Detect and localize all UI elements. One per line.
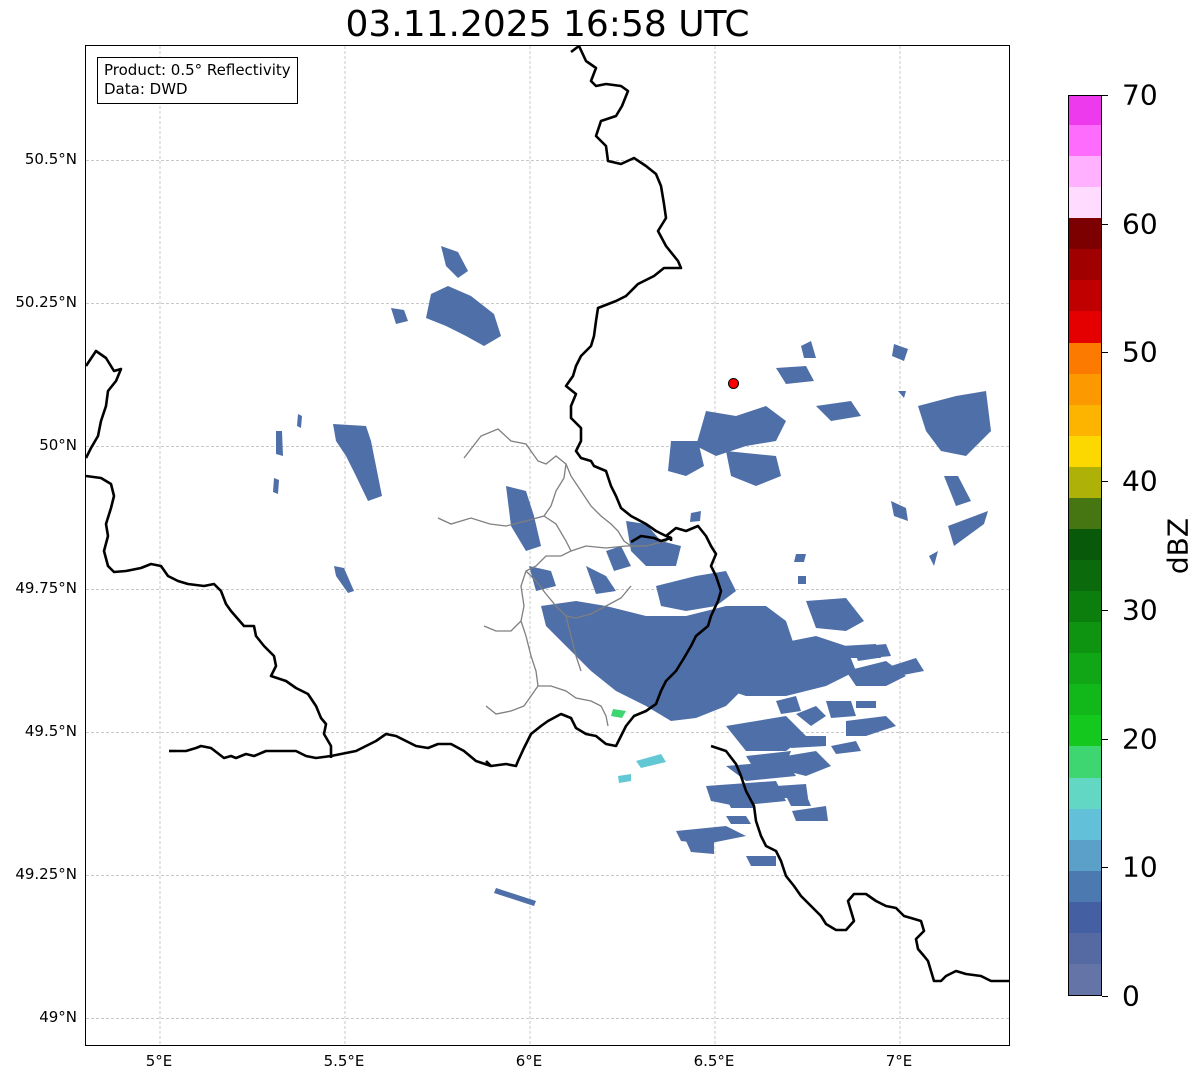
graticule <box>86 46 1009 1045</box>
colorbar-segment <box>1069 435 1101 467</box>
colorbar-segment <box>1069 870 1101 902</box>
colorbar-segment <box>1069 808 1101 840</box>
colorbar-tick <box>1102 95 1108 96</box>
colorbar-tick <box>1102 609 1108 611</box>
legend-data-source: Data: DWD <box>104 80 188 98</box>
colorbar-tick <box>1102 867 1108 869</box>
lat-label: 49.75°N <box>15 579 77 598</box>
colorbar-tick-label: 70 <box>1122 78 1158 112</box>
colorbar-tick <box>1102 352 1108 354</box>
colorbar-segment <box>1069 901 1101 933</box>
colorbar-segment <box>1069 745 1101 778</box>
lat-label: 49.5°N <box>24 722 77 741</box>
colorbar-tick-label: 10 <box>1122 850 1158 884</box>
colorbar <box>1068 95 1102 996</box>
colorbar-segment <box>1069 559 1101 592</box>
lon-label: 6.5°E <box>693 1052 735 1070</box>
country-borders <box>86 46 1009 983</box>
colorbar-segment <box>1069 963 1101 995</box>
colorbar-tick <box>1102 738 1108 740</box>
colorbar-segment <box>1069 310 1101 343</box>
colorbar-segment <box>1069 186 1101 219</box>
colorbar-segment <box>1069 621 1101 654</box>
colorbar-tick-label: 50 <box>1122 335 1158 369</box>
colorbar-tick <box>1102 223 1108 225</box>
map-title: 03.11.2025 16:58 UTC <box>345 4 750 45</box>
colorbar-segment <box>1069 404 1101 436</box>
colorbar-segment <box>1069 652 1101 685</box>
colorbar-tick <box>1102 996 1108 997</box>
radar-site-marker <box>728 377 739 389</box>
legend-product: Product: 0.5° Reflectivity <box>104 61 291 79</box>
lat-label: 50.5°N <box>24 150 77 169</box>
lon-label: 7°E <box>885 1052 913 1070</box>
colorbar-segment <box>1069 217 1101 250</box>
lon-label: 6°E <box>515 1052 543 1070</box>
colorbar-segment <box>1069 714 1101 747</box>
colorbar-tick-label: 40 <box>1122 464 1158 498</box>
colorbar-segment <box>1069 590 1101 623</box>
colorbar-unit-label: dBZ <box>1161 517 1195 575</box>
colorbar-segment <box>1069 279 1101 312</box>
colorbar-tick-label: 30 <box>1122 593 1158 627</box>
lon-label: 5.5°E <box>323 1052 365 1070</box>
lat-label: 50.25°N <box>15 293 77 312</box>
colorbar-segment <box>1069 932 1101 964</box>
colorbar-segment <box>1069 341 1101 374</box>
map-legend-box: Product: 0.5° Reflectivity Data: DWD <box>97 57 298 104</box>
colorbar-segment <box>1069 373 1101 405</box>
colorbar-tick-label: 20 <box>1122 722 1158 756</box>
lat-label: 49.25°N <box>15 865 77 884</box>
colorbar-segment <box>1069 497 1101 529</box>
colorbar-tick <box>1102 481 1108 483</box>
lat-label: 49°N <box>39 1008 77 1027</box>
colorbar-segment <box>1069 466 1101 498</box>
colorbar-segment <box>1069 528 1101 561</box>
colorbar-segment <box>1069 683 1101 716</box>
radar-map-canvas <box>86 46 1009 1045</box>
colorbar-segment <box>1069 96 1101 126</box>
colorbar-tick-label: 60 <box>1122 207 1158 241</box>
colorbar-segment <box>1069 839 1101 871</box>
colorbar-segment <box>1069 124 1101 157</box>
colorbar-tick-label: 0 <box>1122 979 1140 1013</box>
colorbar-segment <box>1069 155 1101 188</box>
lon-label: 5°E <box>145 1052 173 1070</box>
radar-map <box>85 45 1010 1046</box>
lat-label: 50°N <box>39 436 77 455</box>
reflectivity-echoes <box>273 246 991 906</box>
colorbar-segment <box>1069 776 1101 809</box>
colorbar-segment <box>1069 248 1101 281</box>
